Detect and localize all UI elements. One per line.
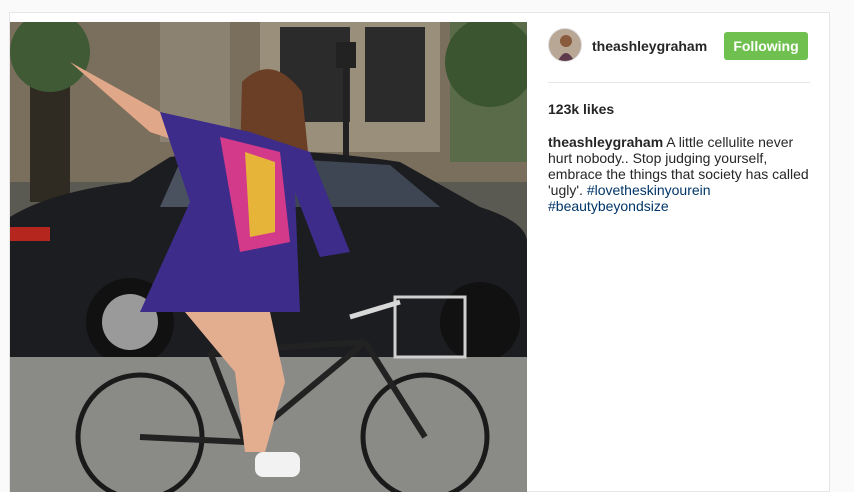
post-header: theashleygraham Following [548, 22, 810, 70]
post-photo[interactable] [10, 22, 527, 492]
username-link[interactable]: theashleygraham [592, 38, 707, 54]
caption-username-link[interactable]: theashleygraham [548, 134, 663, 150]
following-button[interactable]: Following [724, 32, 808, 60]
avatar[interactable] [548, 28, 582, 62]
hashtag-link[interactable]: #beautybeyondsize [548, 198, 669, 214]
divider [548, 82, 810, 83]
avatar-image [549, 29, 581, 61]
hashtag-link[interactable]: #lovetheskinyourein [587, 182, 711, 198]
likes-count[interactable]: 123k likes [548, 101, 614, 117]
photo-illustration [10, 22, 527, 492]
post-sidebar: theashleygraham Following 123k likes the… [548, 22, 810, 214]
post-caption: theashleygraham A little cellulite never… [548, 134, 810, 214]
